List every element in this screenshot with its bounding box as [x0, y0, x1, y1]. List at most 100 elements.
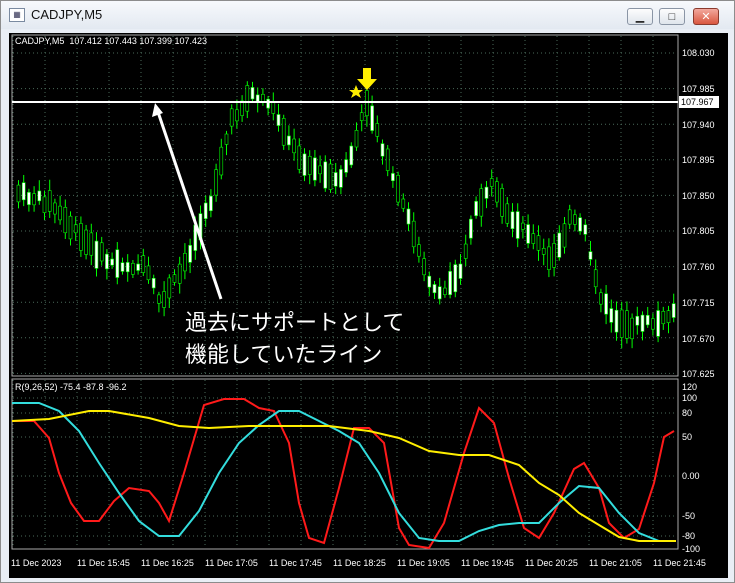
candle-bull: [105, 253, 109, 270]
candle-bull: [339, 169, 343, 188]
candle-bear: [271, 100, 276, 114]
candle-bear: [573, 214, 577, 225]
candle-bear: [42, 196, 47, 213]
chart-area[interactable]: 107.967 108.030 107.985 107.940 107.895 …: [9, 33, 728, 578]
candle-bull: [427, 275, 432, 288]
candle-bear: [146, 265, 151, 281]
price-tick: 107.805: [682, 226, 715, 236]
candle-bull: [614, 309, 619, 333]
candle-bull: [276, 114, 281, 126]
candle-bull: [557, 232, 562, 258]
indicator-tick: -50: [682, 511, 695, 521]
indicator-tick: 0.00: [682, 471, 700, 481]
candle-bear: [229, 108, 234, 127]
candle-bear: [479, 188, 484, 217]
candle-bull: [27, 192, 31, 205]
candle-bull: [635, 315, 640, 326]
candle-bull: [151, 278, 156, 289]
candle-bull: [136, 263, 140, 271]
price-tick: 108.030: [682, 48, 715, 58]
candle-bull: [203, 202, 208, 219]
candle-bear: [651, 318, 655, 330]
time-tick: 11 Dec 17:05: [205, 558, 258, 568]
annotation-arrow-head: [152, 103, 163, 117]
candle-bear: [240, 100, 244, 116]
down-arrow-icon: [357, 68, 377, 90]
candle-bull: [21, 182, 26, 201]
annotation-text: 過去にサポートとして 機能していたライン: [185, 307, 404, 371]
indicator-tick: 100: [682, 393, 697, 403]
candle-bear: [131, 263, 135, 275]
candle-bull: [583, 224, 588, 235]
candle-bear: [157, 294, 161, 304]
candle-bull: [380, 143, 385, 157]
candle-bull: [510, 211, 515, 229]
indicator-pane-header: R(9,26,52) -75.4 -87.8 -96.2: [15, 382, 127, 392]
candle-bull: [250, 87, 255, 100]
price-tick: 107.670: [682, 334, 715, 344]
star-icon: [349, 85, 363, 98]
candle-bull: [671, 303, 676, 318]
candle-bull: [37, 190, 42, 202]
candle-bear: [521, 222, 525, 230]
candle-bear: [307, 156, 312, 175]
window-title: CADJPY,M5: [31, 7, 103, 22]
minimize-button[interactable]: ▁: [627, 8, 653, 25]
candle-bear: [443, 287, 447, 295]
title-bar[interactable]: ▦ CADJPY,M5 ▁ □ ✕: [1, 1, 734, 29]
candle-bull: [94, 240, 99, 269]
chart-window-icon: ▦: [9, 8, 25, 22]
candle-bear: [53, 202, 57, 215]
candle-bear: [500, 188, 504, 217]
candle-bear: [541, 248, 546, 255]
candle-bear: [411, 220, 416, 248]
candle-bear: [84, 229, 88, 255]
candle-bull: [469, 218, 473, 239]
candle-bear: [297, 145, 302, 170]
candle-bear: [463, 243, 468, 259]
candle-bear: [625, 310, 629, 339]
candle-bear: [375, 123, 380, 137]
candle-bull: [578, 217, 582, 232]
candle-bull: [313, 157, 317, 181]
indicator-tick: 50: [682, 432, 692, 442]
candle-bull: [588, 251, 593, 260]
candle-bull: [188, 245, 192, 263]
candle-bear: [63, 207, 68, 234]
chart-window: ▦ CADJPY,M5 ▁ □ ✕ 107.967 108.030 107.98…: [0, 0, 735, 583]
candle-bull: [656, 310, 660, 337]
annotation-line-2: 機能していたライン: [185, 342, 383, 367]
candle-bear: [47, 190, 52, 212]
candle-bear: [99, 242, 104, 262]
chart-canvas[interactable]: 107.967 108.030 107.985 107.940 107.895 …: [9, 33, 728, 578]
candle-bull: [484, 186, 489, 199]
price-tick: 107.715: [682, 298, 715, 308]
candle-bear: [567, 209, 572, 225]
oscillator-lines: [11, 398, 676, 550]
candle-bear: [141, 255, 146, 273]
candle-bear: [547, 246, 551, 270]
candle-bull: [432, 284, 437, 294]
candle-bull: [344, 159, 348, 173]
time-tick: 11 Dec 21:45: [653, 558, 706, 568]
candle-bear: [630, 317, 634, 340]
maximize-button[interactable]: □: [659, 8, 685, 25]
candle-bull: [391, 173, 395, 181]
candle-bull: [609, 308, 614, 323]
candle-bull: [110, 258, 114, 266]
candle-bear: [593, 269, 598, 288]
candle-bear: [359, 112, 364, 121]
time-tick: 11 Dec 19:05: [397, 558, 450, 568]
candle-bear: [167, 277, 172, 299]
candle-bear: [505, 203, 510, 224]
indicator-tick: -100: [682, 544, 700, 554]
candle-bear: [89, 232, 94, 256]
close-button[interactable]: ✕: [693, 8, 719, 25]
oscillator-yellow-line: [11, 410, 676, 542]
price-tick: 107.625: [682, 369, 715, 379]
candle-bear: [489, 178, 494, 187]
time-tick: 11 Dec 2023: [11, 558, 61, 568]
candle-bear: [422, 258, 426, 276]
candle-bear: [292, 138, 296, 154]
candle-bear: [417, 244, 421, 257]
